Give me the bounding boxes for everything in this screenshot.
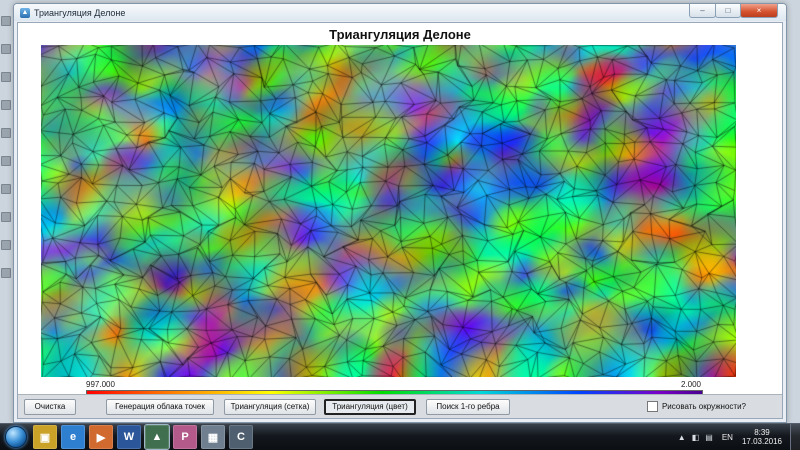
system-tray: ▲ ◧ ▤ EN 8:39 17.03.2016 — [678, 424, 800, 450]
show-desktop-button[interactable] — [790, 424, 800, 450]
minimize-button[interactable]: – — [689, 4, 716, 18]
window-controls: – □ × — [690, 4, 778, 18]
paint-icon[interactable]: P — [173, 425, 197, 449]
tray-status-icon-1[interactable]: ◧ — [692, 433, 700, 442]
notepad-icon[interactable]: ▦ — [201, 425, 225, 449]
taskbar: ▣e▶W▲P▦C ▲ ◧ ▤ EN 8:39 17.03.2016 — [0, 423, 800, 450]
dock-icon[interactable] — [1, 72, 11, 82]
colorbar-labels: 997.000 2.000 — [86, 380, 701, 389]
dock-icon[interactable] — [1, 240, 11, 250]
clock-date: 17.03.2016 — [742, 437, 782, 446]
generate-points-button[interactable]: Генерация облака точек — [106, 399, 214, 415]
dock-icon[interactable] — [1, 100, 11, 110]
draw-circles-checkbox-group[interactable]: Рисовать окружности? — [647, 401, 746, 412]
clear-button[interactable]: Очистка — [24, 399, 76, 415]
page-title: Триангуляция Делоне — [18, 27, 782, 42]
triangulation-grid-button[interactable]: Триангуляция (сетка) — [224, 399, 316, 415]
dock-icon[interactable] — [1, 156, 11, 166]
triangulation-color-button[interactable]: Триангуляция (цвет) — [324, 399, 416, 415]
find-first-edge-button[interactable]: Поиск 1-го ребра — [426, 399, 510, 415]
mesh-canvas — [41, 45, 736, 377]
maximize-button[interactable]: □ — [715, 4, 741, 18]
close-button[interactable]: × — [740, 4, 778, 18]
dock-icon[interactable] — [1, 268, 11, 278]
dock-icon[interactable] — [1, 44, 11, 54]
client-area: Триангуляция Делоне 997.000 2.000 Очистк… — [17, 22, 783, 419]
dock-icon[interactable] — [1, 16, 11, 26]
calculator-icon[interactable]: C — [229, 425, 253, 449]
dock-icon[interactable] — [1, 128, 11, 138]
explorer-icon[interactable]: ▣ — [33, 425, 57, 449]
colorbar-max-label: 2.000 — [681, 380, 701, 389]
dock-icon[interactable] — [1, 184, 11, 194]
tray-status-icon-2[interactable]: ▤ — [705, 433, 713, 442]
draw-circles-checkbox[interactable] — [647, 401, 658, 412]
clock[interactable]: 8:39 17.03.2016 — [742, 428, 782, 446]
triangulation-app-icon[interactable]: ▲ — [145, 425, 169, 449]
language-indicator[interactable]: EN — [719, 432, 736, 443]
tray-show-hidden-icon[interactable]: ▲ — [678, 433, 686, 442]
draw-circles-label: Рисовать окружности? — [662, 402, 746, 411]
taskbar-apps: ▣e▶W▲P▦C — [33, 425, 253, 449]
colorbar-min-label: 997.000 — [86, 380, 115, 389]
window-title: Триангуляция Делоне — [34, 8, 125, 18]
app-icon: ▲ — [20, 8, 30, 18]
desktop-dock — [1, 16, 12, 278]
title-bar[interactable]: ▲ Триангуляция Делоне — [14, 4, 786, 21]
media-player-icon[interactable]: ▶ — [89, 425, 113, 449]
start-button[interactable] — [5, 426, 27, 448]
word-icon[interactable]: W — [117, 425, 141, 449]
button-panel: Очистка Генерация облака точек Триангуля… — [18, 394, 782, 418]
app-window: ▲ Триангуляция Делоне – □ × Триангуляция… — [13, 3, 787, 423]
browser-icon[interactable]: e — [61, 425, 85, 449]
clock-time: 8:39 — [742, 428, 782, 437]
dock-icon[interactable] — [1, 212, 11, 222]
